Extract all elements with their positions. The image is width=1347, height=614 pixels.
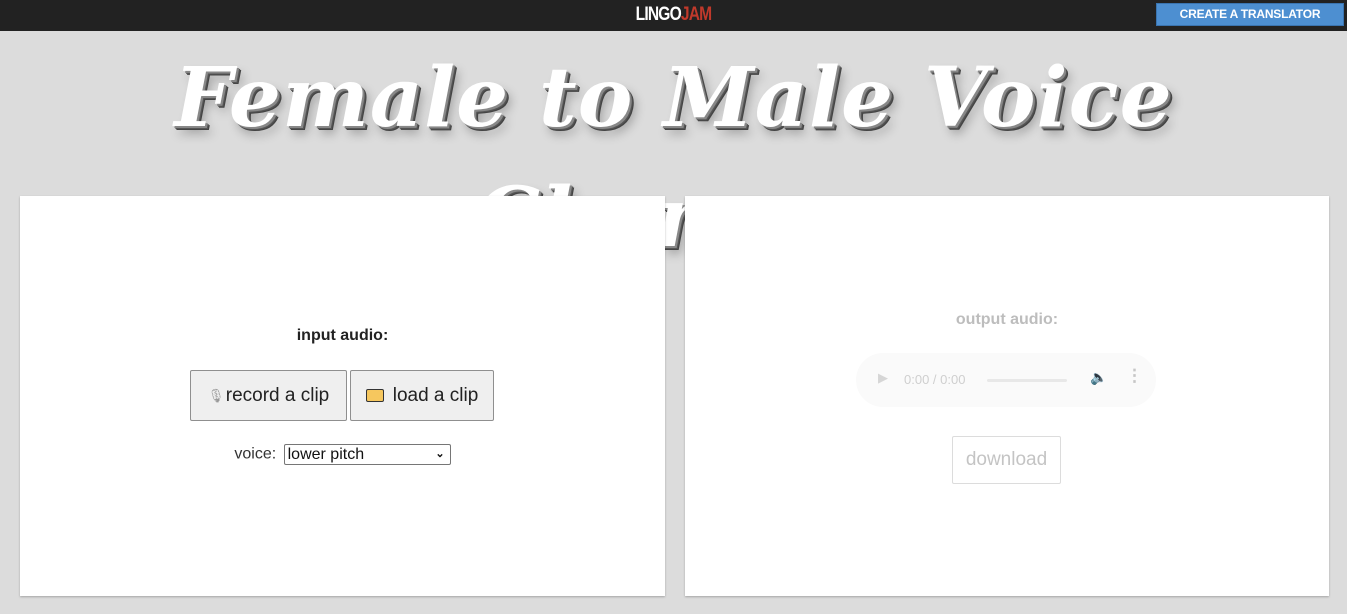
input-audio-label: input audio: (296, 327, 389, 344)
voice-selected-value: lower pitch (287, 446, 365, 463)
play-icon[interactable]: ▶ (878, 370, 888, 386)
volume-icon[interactable]: 🔈 (1090, 369, 1107, 386)
voice-row: voice: lower pitch ⌄ (20, 444, 665, 465)
microphone-icon: 🎙 (207, 388, 225, 404)
chevron-down-icon: ⌄ (435, 448, 445, 460)
load-clip-button[interactable]: load a clip (350, 370, 494, 421)
output-audio-label: output audio: (955, 311, 1059, 328)
audio-progress-track[interactable] (987, 379, 1067, 382)
folder-icon (365, 389, 384, 402)
record-clip-button[interactable]: 🎙record a clip (190, 370, 347, 421)
logo-jam: JAM (680, 4, 712, 25)
lingojam-logo[interactable]: LINGOJAM (121, 4, 1226, 26)
load-clip-label: load a clip (392, 385, 479, 406)
create-translator-button[interactable]: CREATE A TRANSLATOR (1156, 3, 1344, 26)
input-panel: input audio: 🎙record a clip load a clip … (20, 196, 665, 596)
audio-time: 0:00 / 0:00 (904, 372, 966, 387)
output-panel: output audio: ▶ 0:00 / 0:00 🔈 ⋮ download (685, 196, 1329, 596)
logo-lingo: LINGO (635, 4, 682, 25)
record-clip-label: record a clip (225, 385, 330, 406)
more-options-icon[interactable]: ⋮ (1126, 367, 1143, 385)
download-button[interactable]: download (952, 436, 1061, 484)
voice-select[interactable]: lower pitch ⌄ (283, 444, 451, 465)
top-bar: LINGOJAM CREATE A TRANSLATOR (0, 0, 1347, 31)
voice-label: voice: (234, 445, 277, 463)
audio-player[interactable]: ▶ 0:00 / 0:00 🔈 ⋮ (856, 353, 1156, 407)
